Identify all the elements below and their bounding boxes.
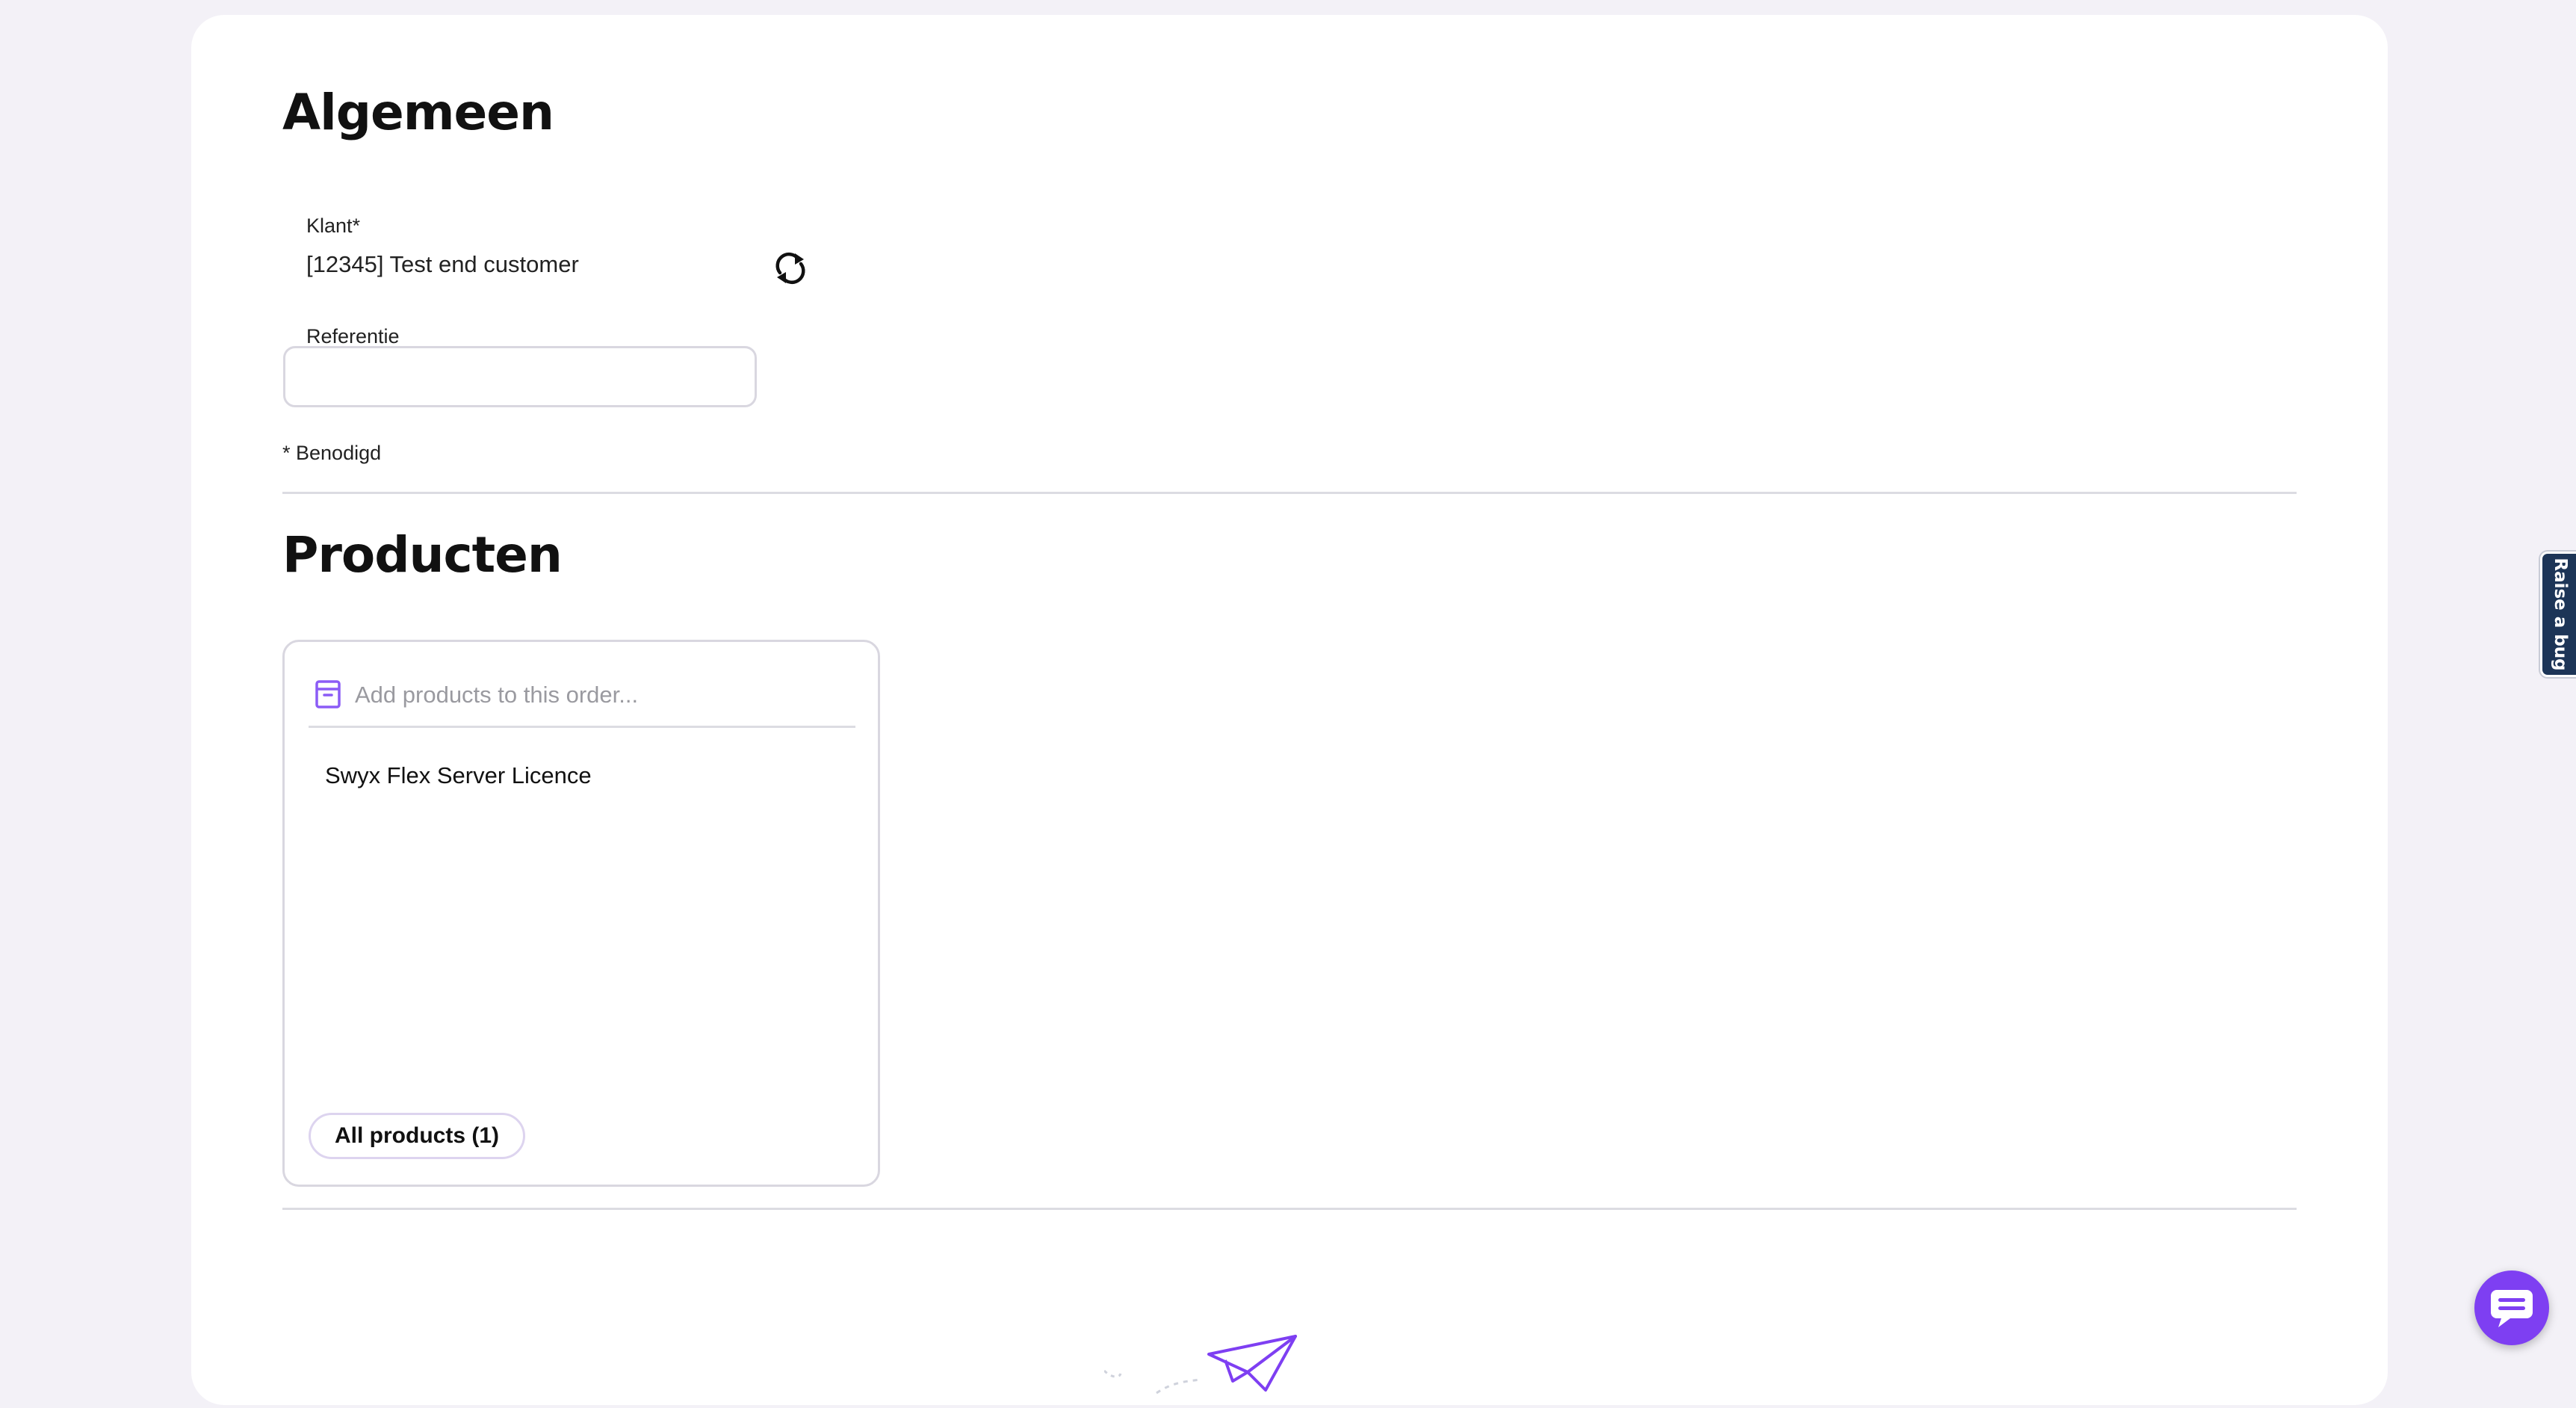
reference-label: Referentie bbox=[306, 325, 400, 348]
refresh-customer-button[interactable] bbox=[768, 246, 813, 291]
product-search-input[interactable] bbox=[353, 676, 849, 714]
product-picker: Swyx Flex Server Licence All products (1… bbox=[282, 640, 880, 1187]
chat-button[interactable] bbox=[2474, 1270, 2549, 1345]
section-divider-bottom bbox=[282, 1208, 2297, 1210]
refresh-icon bbox=[775, 252, 805, 285]
chat-icon bbox=[2491, 1290, 2533, 1327]
all-products-button[interactable]: All products (1) bbox=[309, 1113, 526, 1159]
customer-value: [12345] Test end customer bbox=[306, 251, 579, 277]
product-search-bar bbox=[309, 663, 855, 728]
required-note: * Benodigd bbox=[282, 442, 382, 464]
raise-bug-label: Raise a bug bbox=[2551, 558, 2570, 671]
raise-bug-tab[interactable]: Raise a bug bbox=[2540, 552, 2576, 677]
general-section-title: Algemeen bbox=[282, 84, 554, 141]
customer-label: Klant* bbox=[306, 214, 361, 237]
paper-plane-icon bbox=[1104, 1335, 1297, 1395]
product-list-item[interactable]: Swyx Flex Server Licence bbox=[325, 762, 592, 789]
reference-input[interactable] bbox=[283, 346, 757, 407]
section-divider bbox=[282, 492, 2297, 494]
products-section-title: Producten bbox=[282, 526, 563, 584]
main-card: Algemeen Klant* [12345] Test end custome… bbox=[191, 15, 2388, 1405]
box-icon bbox=[315, 680, 341, 708]
